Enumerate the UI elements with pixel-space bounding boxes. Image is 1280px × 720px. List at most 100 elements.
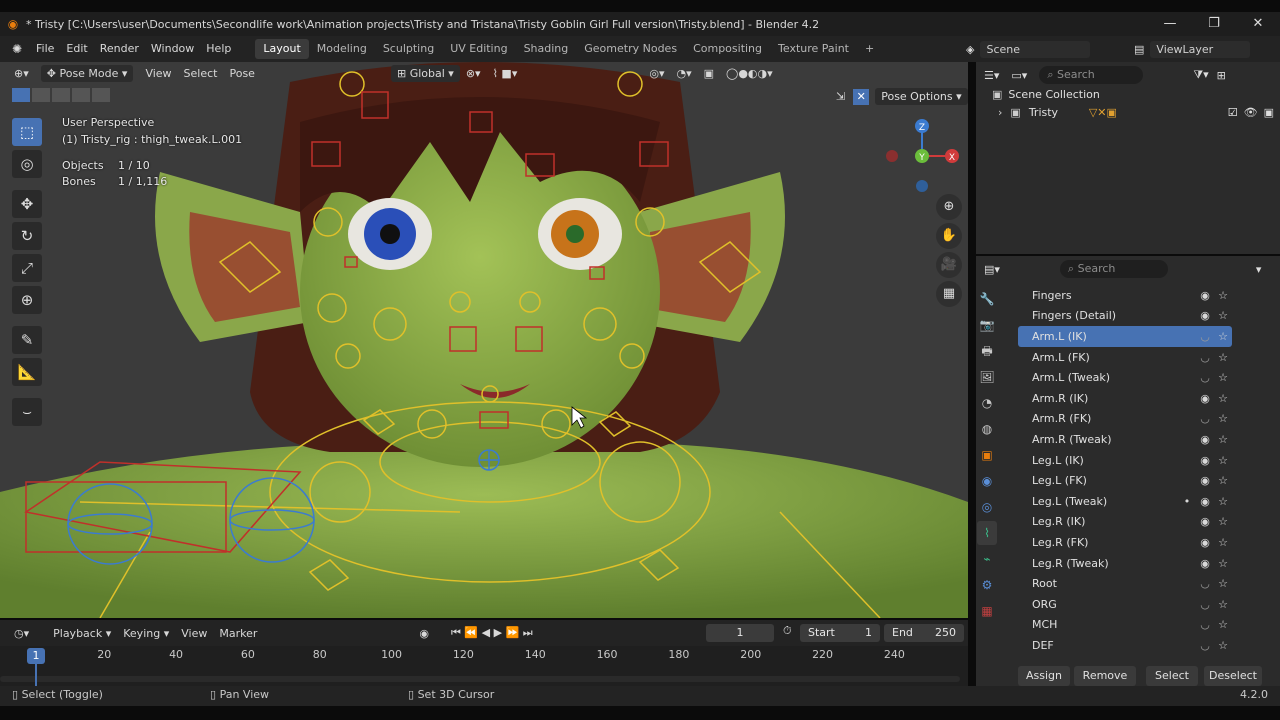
scene-selector[interactable]: ◈ Scene — [966, 39, 1091, 59]
bone-tab-icon[interactable]: ⌁ — [977, 547, 997, 571]
camera-icon[interactable]: 🎥 — [936, 252, 962, 278]
bone-collection-row[interactable]: DEF ◡ ☆ — [1018, 635, 1232, 656]
timeline-menu-keying[interactable]: Keying ▾ — [117, 627, 175, 640]
visibility-closed-eye-icon[interactable]: ◡ — [1196, 371, 1214, 384]
camera-render-icon[interactable]: ▣ — [1264, 106, 1274, 119]
end-frame-field[interactable]: End 250 — [884, 624, 964, 642]
solo-star-icon[interactable]: ☆ — [1214, 330, 1232, 343]
modifier-tab-icon[interactable]: ◉ — [977, 469, 997, 493]
properties-options-icon[interactable]: ▾ — [1256, 263, 1262, 276]
view-layer-tab-icon[interactable]: 🖼 — [977, 365, 997, 389]
select-intersect-icon[interactable] — [92, 88, 110, 102]
include-checkbox[interactable]: ☑ — [1228, 106, 1238, 119]
pose-options-dropdown[interactable]: Pose Options ▾ — [875, 88, 968, 105]
new-collection-icon[interactable]: ⊞ — [1217, 69, 1226, 82]
solo-star-icon[interactable]: ☆ — [1214, 412, 1232, 425]
solo-star-icon[interactable]: ☆ — [1214, 515, 1232, 528]
physics-tab-icon[interactable]: ◎ — [977, 495, 997, 519]
outliner-item-tristy[interactable]: › ▣ Tristy ▽✕▣ ☑ 👁 ▣ — [998, 106, 1274, 119]
menu-file[interactable]: File — [30, 36, 60, 62]
visibility-eye-icon[interactable]: ◉ — [1196, 536, 1214, 549]
deselect-button[interactable]: Deselect — [1204, 666, 1262, 686]
x-mirror-toggle[interactable]: ✕ — [853, 88, 870, 105]
axis-neg-z-dot[interactable] — [916, 180, 928, 192]
bone-collection-row[interactable]: Fingers (Detail) ◉ ☆ — [1018, 306, 1232, 327]
add-workspace-button[interactable]: + — [857, 39, 882, 59]
bone-collection-row[interactable]: Fingers ◉ ☆ — [1018, 285, 1232, 306]
bone-collection-row[interactable]: Arm.L (FK) ◡ ☆ — [1018, 347, 1232, 368]
shading-modes-icon[interactable]: ◯●◐◑▾ — [720, 67, 779, 80]
solo-star-icon[interactable]: ☆ — [1214, 577, 1232, 590]
remove-button[interactable]: Remove — [1074, 666, 1136, 686]
select-invert-icon[interactable] — [72, 88, 90, 102]
axis-neg-x-dot[interactable] — [886, 150, 898, 162]
bone-collection-row[interactable]: ORG ◡ ☆ — [1018, 594, 1232, 615]
visibility-closed-eye-icon[interactable]: ◡ — [1196, 412, 1214, 425]
viewport-menu-select[interactable]: Select — [178, 67, 224, 80]
solo-star-icon[interactable]: ☆ — [1214, 433, 1232, 446]
properties-search-input[interactable]: ⌕ Search — [1059, 260, 1168, 278]
view-layer-name[interactable]: ViewLayer — [1150, 40, 1251, 58]
output-tab-icon[interactable]: 🖶 — [977, 339, 997, 363]
properties-editor-icon[interactable]: ▤▾ — [984, 263, 1000, 276]
view-layer-selector[interactable]: ▤ ViewLayer — [1134, 39, 1251, 59]
viewport-menu-pose[interactable]: Pose — [223, 67, 260, 80]
visibility-closed-eye-icon[interactable]: ◡ — [1196, 639, 1214, 652]
tab-shading[interactable]: Shading — [516, 39, 577, 59]
bone-collection-row[interactable]: Leg.R (FK) ◉ ☆ — [1018, 532, 1232, 553]
cursor-tool-icon[interactable]: ◎ — [12, 150, 42, 178]
select-button[interactable]: Select — [1146, 666, 1198, 686]
bone-collection-row[interactable]: Arm.L (IK) ◡ ☆ — [1018, 326, 1232, 347]
visibility-eye-icon[interactable]: ◉ — [1196, 557, 1214, 570]
outliner-search-input[interactable]: ⌕ Search — [1039, 66, 1144, 84]
bone-collection-row[interactable]: Leg.R (IK) ◉ ☆ — [1018, 512, 1232, 533]
solo-star-icon[interactable]: ☆ — [1214, 392, 1232, 405]
bone-collection-row[interactable]: Root ◡ ☆ — [1018, 573, 1232, 594]
timeline-scrollbar[interactable] — [0, 676, 960, 682]
filter-icon[interactable]: ⧩▾ — [1193, 68, 1208, 82]
visibility-closed-eye-icon[interactable]: ◡ — [1196, 330, 1214, 343]
menu-window[interactable]: Window — [145, 36, 200, 62]
overlays-icon[interactable]: ◔▾ — [670, 67, 697, 80]
minimize-button[interactable]: — — [1148, 12, 1192, 36]
render-tab-icon[interactable]: 📷 — [977, 313, 997, 337]
grid-perspective-icon[interactable]: ▦ — [936, 281, 962, 307]
select-box-mode-icon[interactable] — [12, 88, 30, 102]
move-tool-icon[interactable]: ✥ — [12, 190, 42, 218]
visibility-closed-eye-icon[interactable]: ◡ — [1196, 577, 1214, 590]
start-frame-field[interactable]: Start 1 — [800, 624, 880, 642]
tab-modeling[interactable]: Modeling — [309, 39, 375, 59]
assign-button[interactable]: Assign — [1018, 666, 1070, 686]
armature-data-tab-icon[interactable]: ⌇ — [977, 521, 997, 545]
current-frame-field[interactable]: 1 — [706, 624, 774, 642]
pan-hand-icon[interactable]: ✋ — [936, 223, 962, 249]
annotate-tool-icon[interactable]: ✎ — [12, 326, 42, 354]
visibility-eye-icon[interactable]: ◉ — [1196, 392, 1214, 405]
visibility-eye-icon[interactable]: ◉ — [1196, 474, 1214, 487]
world-tab-icon[interactable]: ◍ — [977, 417, 997, 441]
solo-star-icon[interactable]: ☆ — [1214, 351, 1232, 364]
bone-tool-icon[interactable]: ⌣ — [12, 398, 42, 426]
solo-star-icon[interactable]: ☆ — [1214, 495, 1232, 508]
editor-type-icon[interactable]: ⊕▾ — [8, 67, 35, 80]
visibility-eye-icon[interactable]: ◉ — [1196, 454, 1214, 467]
texture-tab-icon[interactable]: ▦ — [977, 599, 997, 623]
visibility-eye-icon[interactable]: ◉ — [1196, 289, 1214, 302]
menu-render[interactable]: Render — [94, 36, 145, 62]
blender-logo-icon[interactable]: ✺ — [8, 42, 26, 56]
tool-tab-icon[interactable]: 🔧 — [977, 287, 997, 311]
solo-star-icon[interactable]: ☆ — [1214, 639, 1232, 652]
measure-tool-icon[interactable]: 📐 — [12, 358, 42, 386]
mirror-icon[interactable]: ⇲ — [836, 90, 845, 103]
xray-icon[interactable]: ▣ — [698, 67, 720, 80]
current-frame-indicator[interactable]: 1 — [27, 648, 45, 664]
tab-geometry-nodes[interactable]: Geometry Nodes — [576, 39, 685, 59]
maximize-button[interactable]: ❐ — [1192, 12, 1236, 36]
bone-collection-row[interactable]: Arm.R (IK) ◉ ☆ — [1018, 388, 1232, 409]
bone-collection-row[interactable]: Leg.L (Tweak) • ◉ ☆ — [1018, 491, 1232, 512]
transform-tool-icon[interactable]: ⊕ — [12, 286, 42, 314]
record-icon[interactable]: ◉ — [413, 627, 435, 640]
visibility-eye-icon[interactable]: ◉ — [1196, 495, 1214, 508]
bone-collection-row[interactable]: Arm.R (FK) ◡ ☆ — [1018, 409, 1232, 430]
bone-collection-row[interactable]: Leg.L (FK) ◉ ☆ — [1018, 470, 1232, 491]
